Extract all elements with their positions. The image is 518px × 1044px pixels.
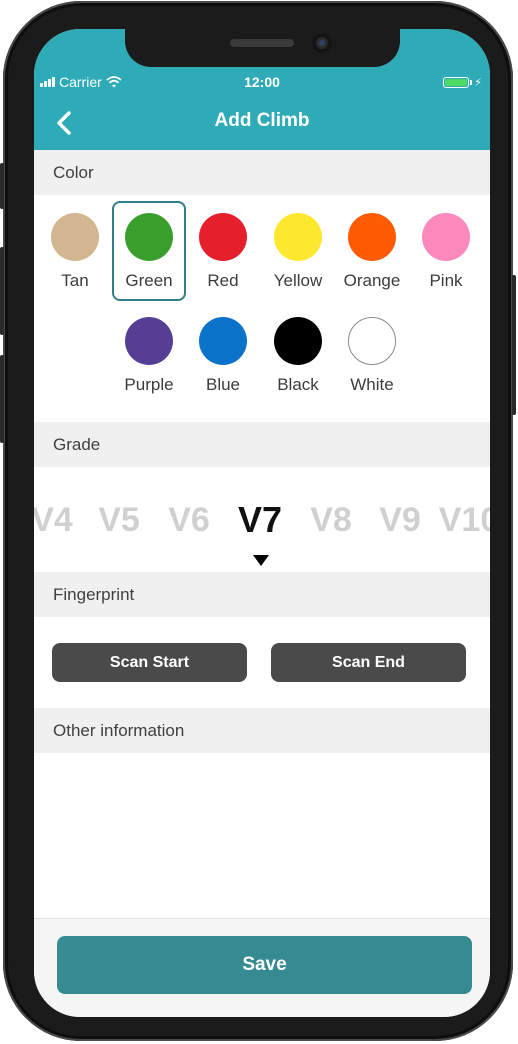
color-dot [199, 317, 247, 365]
grade-option-v5[interactable]: V5 [79, 501, 159, 540]
save-button[interactable]: Save [57, 936, 472, 994]
mute-switch [0, 163, 4, 209]
scan-end-button[interactable]: Scan End [271, 643, 466, 682]
speaker-grille [230, 39, 294, 47]
color-label: Blue [205, 375, 241, 394]
color-label: Red [207, 271, 239, 290]
color-option-yellow[interactable]: Yellow [261, 201, 335, 301]
color-dot [348, 213, 396, 261]
grade-option-v6[interactable]: V6 [149, 501, 229, 540]
color-option-red[interactable]: Red [186, 201, 260, 301]
phone-frame: Carrier 12:00 ⚡ Add Climb Color Tan Gree… [0, 1, 516, 1041]
color-option-pink[interactable]: Pink [409, 201, 483, 301]
grade-option-v7[interactable]: V7 [220, 499, 300, 541]
color-label: Pink [429, 271, 463, 290]
color-option-black[interactable]: Black [261, 305, 335, 405]
scan-start-button[interactable]: Scan Start [52, 643, 247, 682]
grade-option-v8[interactable]: V8 [291, 501, 371, 540]
grade-option-v9[interactable]: V9 [360, 501, 440, 540]
page-title: Add Climb [214, 110, 310, 131]
power-button [512, 275, 516, 415]
color-option-purple[interactable]: Purple [112, 305, 186, 405]
color-dot [348, 317, 396, 365]
notch [125, 29, 400, 67]
camera-icon [312, 33, 332, 53]
color-dot [125, 213, 173, 261]
screen: Carrier 12:00 ⚡ Add Climb Color Tan Gree… [34, 29, 490, 1017]
charging-icon: ⚡ [474, 77, 482, 89]
battery-indicator: ⚡ [443, 76, 482, 89]
color-option-green[interactable]: Green [112, 201, 186, 301]
volume-up-button [0, 247, 4, 335]
color-option-white[interactable]: White [335, 305, 409, 405]
color-dot [274, 213, 322, 261]
color-dot [199, 213, 247, 261]
color-dot [422, 213, 470, 261]
color-dot [125, 317, 173, 365]
color-section-header: Color [34, 150, 490, 195]
fingerprint-section-header: Fingerprint [34, 572, 490, 617]
grade-section-header: Grade [34, 422, 490, 467]
battery-icon [443, 77, 470, 88]
color-dot [51, 213, 99, 261]
grade-picker[interactable]: V4 V5 V6 V7 V8 V9 V10 [34, 466, 490, 574]
color-label: White [350, 375, 394, 394]
color-option-blue[interactable]: Blue [186, 305, 260, 405]
volume-down-button [0, 355, 4, 443]
color-option-tan[interactable]: Tan [38, 201, 112, 301]
grade-option-v10[interactable]: V10 [429, 501, 490, 540]
other-info-section-header: Other information [34, 708, 490, 753]
color-option-orange[interactable]: Orange [335, 201, 409, 301]
color-dot [274, 317, 322, 365]
grade-pointer-icon [253, 555, 269, 566]
status-bar: Carrier 12:00 ⚡ [34, 73, 490, 93]
clock: 12:00 [244, 74, 280, 90]
